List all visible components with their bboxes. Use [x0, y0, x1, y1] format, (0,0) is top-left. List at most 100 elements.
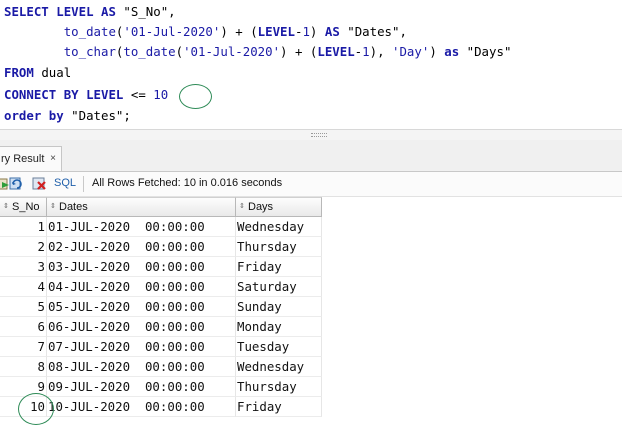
- table-row[interactable]: 4 04-JUL-2020 00:00:00 Saturday: [0, 277, 322, 297]
- function-name: to_char: [63, 44, 116, 59]
- keyword: LEVEL: [317, 44, 355, 59]
- column-header-days[interactable]: ⇕ Days: [236, 197, 322, 217]
- string-literal: 'Day': [392, 44, 430, 59]
- code-line-5: CONNECT BY LEVEL <= 10: [4, 85, 168, 105]
- table-row[interactable]: 7 07-JUL-2020 00:00:00 Tuesday: [0, 337, 322, 357]
- keyword: CONNECT: [4, 87, 57, 102]
- keyword: AS: [324, 24, 340, 39]
- refresh-icon[interactable]: [9, 176, 24, 191]
- table-row[interactable]: 8 08-JUL-2020 00:00:00 Wednesday: [0, 357, 322, 377]
- fetch-status: All Rows Fetched: 10 in 0.016 seconds: [92, 177, 283, 189]
- keyword: LEVEL: [257, 24, 295, 39]
- string-literal: '01-Jul-2020': [183, 44, 281, 59]
- cell-date[interactable]: 05-JUL-2020 00:00:00: [47, 297, 236, 317]
- column-header-dates[interactable]: ⇕ Dates: [47, 197, 236, 217]
- punct: ): [309, 24, 318, 39]
- cell-date[interactable]: 06-JUL-2020 00:00:00: [47, 317, 236, 337]
- cell-s-no[interactable]: 6: [0, 317, 47, 337]
- code-line-3: to_char(to_date('01-Jul-2020') + (LEVEL-…: [4, 42, 512, 62]
- keyword: BY: [63, 87, 79, 102]
- annotation-circle: [18, 393, 54, 425]
- keyword: LEVEL: [86, 87, 124, 102]
- sort-icon: ⇕: [3, 203, 9, 210]
- keyword: as: [444, 44, 460, 59]
- column-header-s-no[interactable]: ⇕ S_No: [0, 197, 47, 217]
- column-header-label: Dates: [59, 201, 88, 213]
- cell-day[interactable]: Thursday: [236, 237, 322, 257]
- cell-date[interactable]: 01-JUL-2020 00:00:00: [47, 217, 236, 237]
- result-toolbar: SQL All Rows Fetched: 10 in 0.016 second…: [0, 172, 622, 197]
- cell-date[interactable]: 02-JUL-2020 00:00:00: [47, 237, 236, 257]
- annotation-circle: [179, 84, 212, 109]
- alias: "Dates",: [347, 24, 407, 39]
- table-row[interactable]: 3 03-JUL-2020 00:00:00 Friday: [0, 257, 322, 277]
- number-literal: 10: [153, 87, 169, 102]
- cell-date[interactable]: 09-JUL-2020 00:00:00: [47, 377, 236, 397]
- cell-date[interactable]: 10-JUL-2020 00:00:00: [47, 397, 236, 417]
- column-header-label: S_No: [12, 201, 40, 213]
- number-literal: 1: [362, 44, 370, 59]
- alias: "S_No",: [123, 4, 176, 19]
- table-row[interactable]: 9 09-JUL-2020 00:00:00 Thursday: [0, 377, 322, 397]
- punct: ),: [369, 44, 392, 59]
- keyword: FROM: [4, 65, 34, 80]
- result-tab-strip: ry Result ×: [0, 140, 622, 172]
- sort-icon: ⇕: [50, 203, 56, 210]
- keyword: SELECT: [4, 4, 49, 19]
- cell-date[interactable]: 07-JUL-2020 00:00:00: [47, 337, 236, 357]
- close-icon[interactable]: ×: [50, 147, 56, 171]
- table-row[interactable]: 2 02-JUL-2020 00:00:00 Thursday: [0, 237, 322, 257]
- cell-day[interactable]: Sunday: [236, 297, 322, 317]
- toolbar-separator: [83, 176, 84, 192]
- tab-label: ry Result: [1, 153, 45, 165]
- cell-day[interactable]: Saturday: [236, 277, 322, 297]
- cell-s-no[interactable]: 3: [0, 257, 47, 277]
- cell-s-no[interactable]: 5: [0, 297, 47, 317]
- code-line-6: order by "Dates";: [4, 106, 131, 126]
- splitter-grip-icon: [311, 133, 327, 137]
- cell-day[interactable]: Thursday: [236, 377, 322, 397]
- alias: "Dates";: [71, 108, 131, 123]
- punct: ): [429, 44, 437, 59]
- cell-s-no[interactable]: 8: [0, 357, 47, 377]
- sort-icon: ⇕: [239, 203, 245, 210]
- code-line-4: FROM dual: [4, 63, 71, 83]
- table-row[interactable]: 1 01-JUL-2020 00:00:00 Wednesday: [0, 217, 322, 237]
- cell-day[interactable]: Friday: [236, 257, 322, 277]
- cell-day[interactable]: Friday: [236, 397, 322, 417]
- function-name: to_date: [123, 44, 176, 59]
- string-literal: '01-Jul-2020': [123, 24, 221, 39]
- keyword: LEVEL: [56, 4, 94, 19]
- cell-date[interactable]: 03-JUL-2020 00:00:00: [47, 257, 236, 277]
- cell-day[interactable]: Monday: [236, 317, 322, 337]
- number-literal: 1: [302, 24, 310, 39]
- keyword: AS: [101, 4, 116, 19]
- cell-s-no[interactable]: 1: [0, 217, 47, 237]
- cell-day[interactable]: Tuesday: [236, 337, 322, 357]
- cell-s-no[interactable]: 2: [0, 237, 47, 257]
- sql-button[interactable]: SQL: [54, 176, 76, 191]
- punct: ) + (: [220, 24, 258, 39]
- punct: ) + (: [280, 44, 318, 59]
- keyword: by: [48, 108, 64, 123]
- code-line-2: to_date('01-Jul-2020') + (LEVEL-1) AS "D…: [4, 22, 407, 42]
- keyword: order: [4, 108, 42, 123]
- table-name: dual: [41, 65, 72, 80]
- cell-day[interactable]: Wednesday: [236, 217, 322, 237]
- column-header-label: Days: [248, 201, 274, 213]
- cell-date[interactable]: 04-JUL-2020 00:00:00: [47, 277, 236, 297]
- alias: "Days": [466, 44, 512, 59]
- table-row[interactable]: 5 05-JUL-2020 00:00:00 Sunday: [0, 297, 322, 317]
- cell-s-no[interactable]: 7: [0, 337, 47, 357]
- cell-s-no[interactable]: 4: [0, 277, 47, 297]
- delete-rows-icon[interactable]: [32, 176, 47, 191]
- sql-editor[interactable]: SELECT LEVEL AS "S_No", to_date('01-Jul-…: [0, 0, 622, 129]
- cell-day[interactable]: Wednesday: [236, 357, 322, 377]
- tab-query-result[interactable]: ry Result ×: [0, 146, 62, 171]
- table-row[interactable]: 6 06-JUL-2020 00:00:00 Monday: [0, 317, 322, 337]
- code-line-1: SELECT LEVEL AS "S_No",: [4, 2, 176, 22]
- operator: <=: [130, 87, 146, 102]
- punct: (: [175, 44, 184, 59]
- cell-date[interactable]: 08-JUL-2020 00:00:00: [47, 357, 236, 377]
- function-name: to_date: [63, 24, 116, 39]
